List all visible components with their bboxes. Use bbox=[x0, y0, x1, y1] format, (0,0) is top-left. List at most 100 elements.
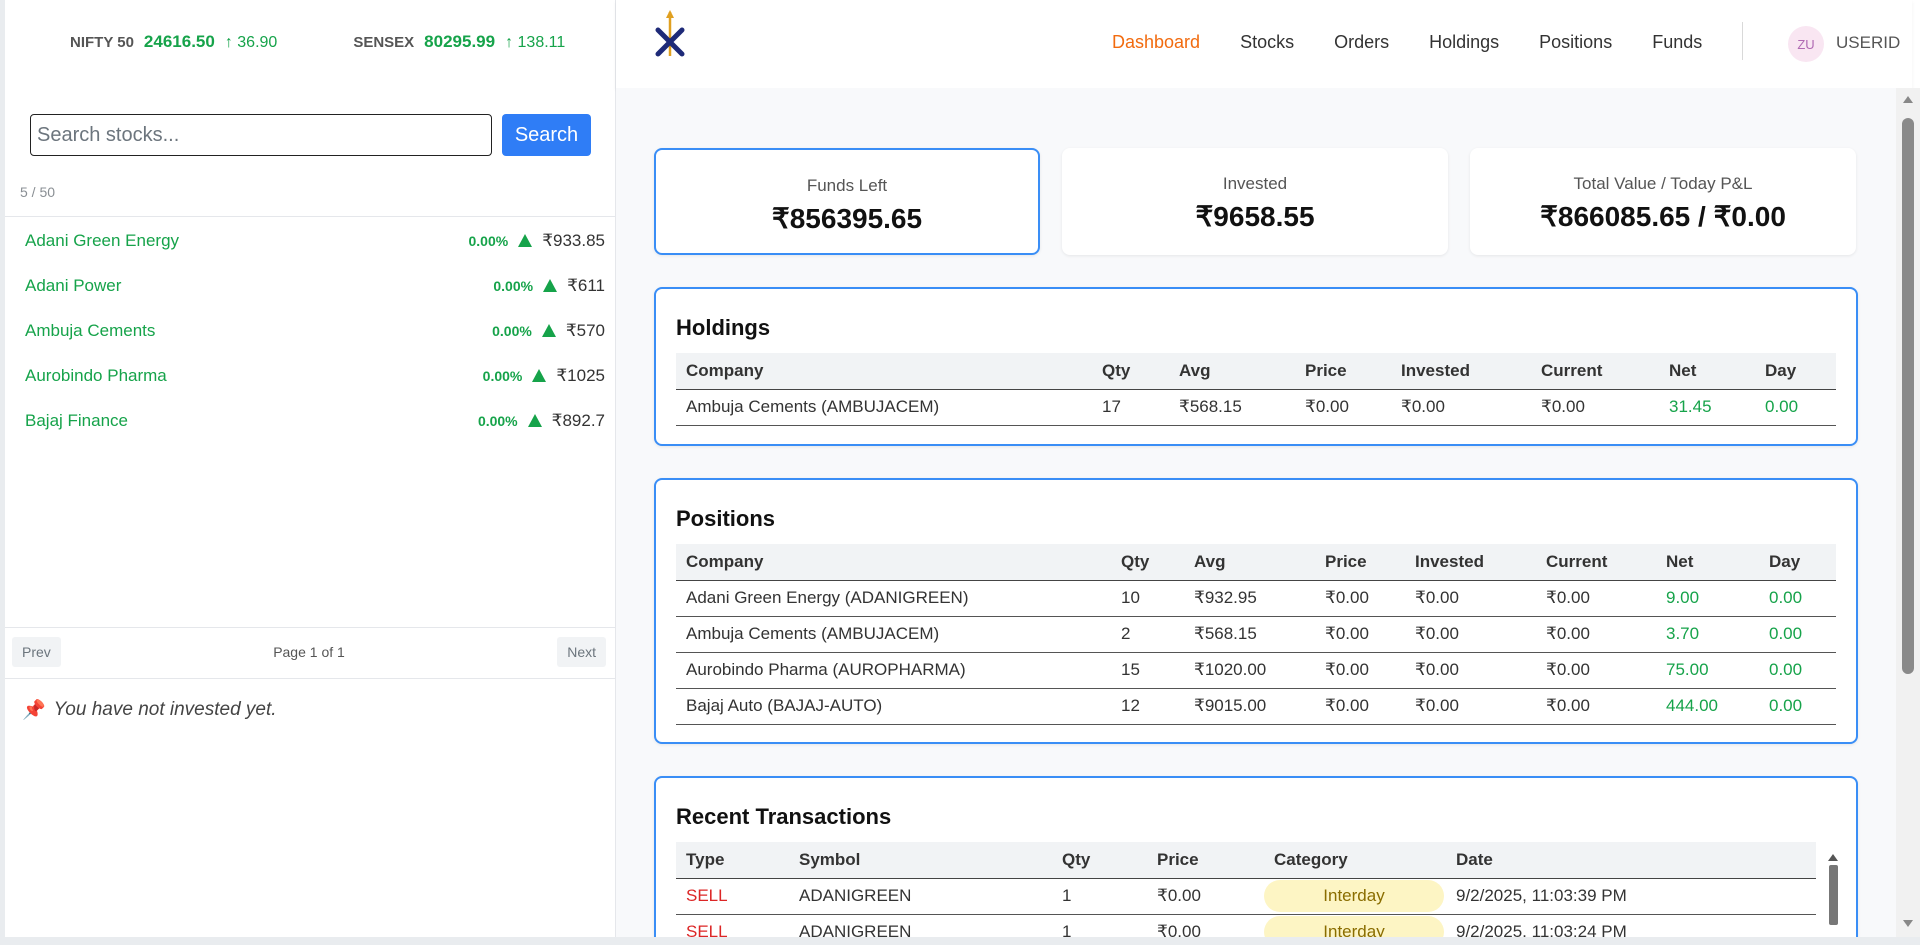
nav-positions[interactable]: Positions bbox=[1539, 32, 1612, 53]
stat-value: ₹866085.65 / ₹0.00 bbox=[1540, 201, 1786, 232]
stock-item[interactable]: Ambuja Cements 0.00% ₹570 bbox=[5, 308, 605, 353]
main-nav: Dashboard Stocks Orders Holdings Positio… bbox=[1112, 32, 1702, 53]
next-page-button[interactable]: Next bbox=[557, 637, 606, 667]
stock-price: ₹570 bbox=[565, 320, 605, 340]
table-row[interactable]: Bajaj Auto (BAJAJ-AUTO) 12 ₹9015.00 ₹0.0… bbox=[676, 688, 1836, 725]
cell-day: 0.00 bbox=[1759, 616, 1836, 653]
search-row: Search bbox=[30, 114, 591, 156]
user-id[interactable]: USERID bbox=[1836, 33, 1900, 53]
scroll-down-arrow-icon[interactable] bbox=[1903, 920, 1913, 927]
brand-logo-icon[interactable] bbox=[654, 10, 686, 58]
cell-current: ₹0.00 bbox=[1536, 580, 1656, 617]
transactions-scrollbar[interactable] bbox=[1828, 854, 1838, 925]
search-input[interactable] bbox=[30, 114, 492, 156]
cell-net: 31.45 bbox=[1659, 389, 1755, 426]
cell-price: ₹0.00 bbox=[1147, 878, 1264, 915]
cell-invested: ₹0.00 bbox=[1391, 389, 1531, 426]
prev-page-button[interactable]: Prev bbox=[12, 637, 61, 667]
cell-category: Interday bbox=[1264, 878, 1446, 915]
column-header: Avg bbox=[1184, 544, 1315, 581]
category-badge: Interday bbox=[1264, 880, 1444, 912]
nav-holdings[interactable]: Holdings bbox=[1429, 32, 1499, 53]
divider bbox=[5, 627, 616, 628]
funds-left-card[interactable]: Funds Left ₹856395.65 bbox=[654, 148, 1040, 255]
page-label: Page 1 of 1 bbox=[273, 644, 345, 660]
stock-price: ₹933.85 bbox=[542, 230, 605, 250]
invested-card[interactable]: Invested ₹9658.55 bbox=[1062, 148, 1448, 255]
cell-company: Ambuja Cements (AMBUJACEM) bbox=[676, 616, 1111, 653]
holdings-table: Company Qty Avg Price Invested Current N… bbox=[676, 353, 1836, 426]
column-header: Qty bbox=[1052, 842, 1147, 879]
avatar[interactable]: ZU bbox=[1788, 26, 1824, 62]
cell-net: 9.00 bbox=[1656, 580, 1759, 617]
scroll-up-arrow-icon[interactable] bbox=[1903, 96, 1913, 103]
column-header: Net bbox=[1656, 544, 1759, 581]
panel-title: Positions bbox=[676, 506, 776, 531]
cell-price: ₹0.00 bbox=[1315, 652, 1405, 689]
stock-change-pct: 0.00% bbox=[492, 322, 532, 339]
up-arrow-icon bbox=[518, 234, 533, 247]
window-edge bbox=[0, 0, 5, 945]
window-bottom-edge bbox=[0, 937, 1920, 945]
scroll-up-arrow-icon[interactable] bbox=[1828, 854, 1838, 861]
nav-funds[interactable]: Funds bbox=[1652, 32, 1702, 53]
cell-qty: 1 bbox=[1052, 878, 1147, 915]
cell-current: ₹0.00 bbox=[1536, 652, 1656, 689]
table-row[interactable]: SELL ADANIGREEN 1 ₹0.00 Interday 9/2/202… bbox=[676, 878, 1816, 915]
positions-panel: Positions Company Qty Avg Price Invested… bbox=[654, 478, 1858, 744]
column-header: Day bbox=[1759, 544, 1836, 581]
up-arrow-icon bbox=[532, 369, 547, 382]
cell-avg: ₹568.15 bbox=[1184, 616, 1315, 653]
nav-stocks[interactable]: Stocks bbox=[1240, 32, 1294, 53]
cell-net: 444.00 bbox=[1656, 688, 1759, 725]
cell-day: 0.00 bbox=[1755, 389, 1836, 426]
positions-table: Company Qty Avg Price Invested Current N… bbox=[676, 544, 1836, 725]
cell-price: ₹0.00 bbox=[1315, 688, 1405, 725]
result-count: 5 / 50 bbox=[20, 184, 56, 200]
scroll-thumb[interactable] bbox=[1902, 118, 1914, 674]
cell-invested: ₹0.00 bbox=[1405, 616, 1536, 653]
search-button[interactable]: Search bbox=[502, 114, 591, 156]
stat-value: ₹856395.65 bbox=[771, 203, 923, 234]
nav-dashboard[interactable]: Dashboard bbox=[1112, 32, 1200, 53]
dashboard-main: Funds Left ₹856395.65 Invested ₹9658.55 … bbox=[616, 88, 1896, 945]
pagination: Prev Page 1 of 1 Next bbox=[12, 637, 606, 667]
table-row[interactable]: Ambuja Cements (AMBUJACEM) 2 ₹568.15 ₹0.… bbox=[676, 616, 1836, 653]
table-header: Company Qty Avg Price Invested Current N… bbox=[676, 544, 1836, 581]
column-header: Price bbox=[1315, 544, 1405, 581]
stock-item[interactable]: Aurobindo Pharma 0.00% ₹1025 bbox=[5, 353, 605, 398]
transactions-table: Type Symbol Qty Price Category Date SELL… bbox=[676, 842, 1816, 945]
stock-name: Adani Green Energy bbox=[25, 230, 180, 250]
note-text: You have not invested yet. bbox=[53, 699, 277, 720]
table-row[interactable]: Aurobindo Pharma (AUROPHARMA) 15 ₹1020.0… bbox=[676, 652, 1836, 689]
column-header: Category bbox=[1264, 842, 1446, 879]
table-row[interactable]: Ambuja Cements (AMBUJACEM) 17 ₹568.15 ₹0… bbox=[676, 389, 1836, 426]
index-change: ↑ 138.11 bbox=[505, 34, 566, 51]
stock-list: Adani Green Energy 0.00% ₹933.85 Adani P… bbox=[5, 218, 605, 443]
table-row[interactable]: Adani Green Energy (ADANIGREEN) 10 ₹932.… bbox=[676, 580, 1836, 617]
stock-item[interactable]: Adani Green Energy 0.00% ₹933.85 bbox=[5, 218, 605, 263]
total-value-card[interactable]: Total Value / Today P&L ₹866085.65 / ₹0.… bbox=[1470, 148, 1856, 255]
table-header: Company Qty Avg Price Invested Current N… bbox=[676, 353, 1836, 390]
cell-price: ₹0.00 bbox=[1315, 580, 1405, 617]
column-header: Date bbox=[1446, 842, 1816, 879]
cell-invested: ₹0.00 bbox=[1405, 580, 1536, 617]
scroll-thumb[interactable] bbox=[1828, 865, 1838, 925]
column-header: Qty bbox=[1111, 544, 1184, 581]
column-header: Day bbox=[1755, 353, 1836, 390]
cell-company: Aurobindo Pharma (AUROPHARMA) bbox=[676, 652, 1111, 689]
stock-item[interactable]: Bajaj Finance 0.00% ₹892.7 bbox=[5, 398, 605, 443]
stock-name: Adani Power bbox=[25, 275, 122, 295]
cell-avg: ₹568.15 bbox=[1169, 389, 1295, 426]
column-header: Qty bbox=[1092, 353, 1169, 390]
up-arrow-icon bbox=[541, 324, 556, 337]
stat-value: ₹9658.55 bbox=[1195, 201, 1315, 232]
nav-orders[interactable]: Orders bbox=[1334, 32, 1389, 53]
page-scrollbar[interactable] bbox=[1896, 88, 1920, 945]
cell-company: Adani Green Energy (ADANIGREEN) bbox=[676, 580, 1111, 617]
market-indices: NIFTY 50 24616.50 ↑ 36.90 SENSEX 80295.9… bbox=[70, 32, 565, 52]
index-value: 80295.99 bbox=[424, 32, 496, 51]
stock-change-pct: 0.00% bbox=[468, 232, 509, 249]
stock-item[interactable]: Adani Power 0.00% ₹611 bbox=[5, 263, 605, 308]
cell-day: 0.00 bbox=[1759, 652, 1836, 689]
